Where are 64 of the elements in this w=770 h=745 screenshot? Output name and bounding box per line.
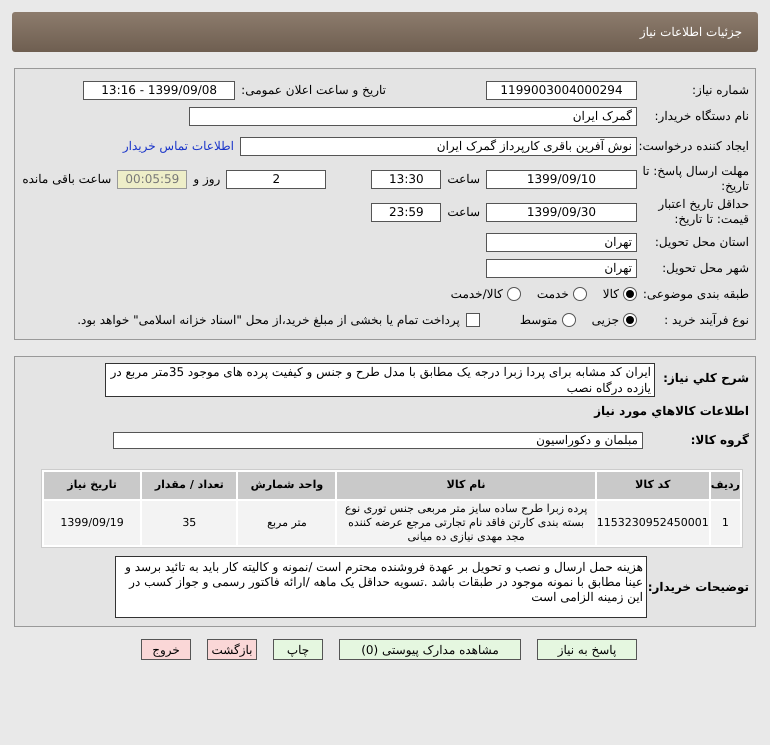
field-label: طبقه بندی موضوعی: (642, 286, 750, 302)
input-field: 1399/09/10 (486, 170, 637, 188)
input-field: 1399/09/08 - 13:16 (83, 80, 236, 100)
action-button[interactable]: بازگشت (207, 639, 257, 660)
table-cell: 1399/09/19 (44, 501, 140, 545)
radio-button[interactable] (506, 287, 521, 301)
radio-label: کالا/خدمت (450, 286, 503, 303)
field-label: مهلت ارسال پاسخ: تا تاریخ: (641, 164, 750, 194)
field-label: شرح کلي نیاز: (662, 370, 750, 387)
column-header: تاریخ نیاز (44, 472, 140, 499)
input-field: 1199003004000294 (486, 80, 637, 100)
table-cell: 1153230952450001 (596, 501, 709, 545)
input-field: نوش آفرین باقری کارپرداز گمرک ایران (240, 136, 637, 156)
column-header: تعداد / مقدار (142, 472, 236, 499)
field-label: استان محل تحویل: (654, 234, 750, 250)
field-label: ساعت باقی مانده (22, 171, 112, 188)
input-field: مبلمان و دکوراسیون (113, 432, 643, 448)
field-label: روز و (192, 171, 222, 188)
field-label: شهر محل تحویل: (661, 260, 750, 276)
input-field: 23:59 (371, 202, 442, 222)
radio-button[interactable] (572, 287, 587, 301)
checkbox-label: پرداخت تمام یا بخشی از مبلغ خرید،از محل "اسناد خزانه اسلامی" خواهد بود. (77, 312, 461, 329)
radio-button[interactable] (623, 287, 637, 301)
action-button[interactable]: مشاهده مدارک پیوستی (0) (339, 639, 521, 660)
input-field: 2 (226, 170, 326, 188)
input-field: 13:30 (371, 170, 442, 188)
field-label: گروه کالا: (690, 432, 750, 449)
action-button[interactable]: خروج (141, 639, 191, 660)
input-field: تهران (486, 232, 637, 252)
radio-label: متوسط (520, 312, 558, 329)
field-label: نام دستگاه خریدار: (654, 108, 750, 124)
field-label: ایجاد کننده درخواست: (637, 138, 750, 154)
input-field: گمرک ایران (189, 106, 637, 126)
field-label: شماره نیاز: (691, 82, 750, 98)
column-header: نام کالا (337, 472, 595, 499)
field-label: توضیحات خریدار: (647, 579, 750, 596)
table-cell: متر مربع (238, 501, 336, 545)
checkbox[interactable] (466, 313, 480, 327)
countdown-field: 00:05:59 (117, 170, 188, 188)
input-field: تهران (486, 258, 637, 278)
column-header: کد کالا (596, 472, 709, 499)
field-label: حداقل تاریخ اعتبار قیمت: تا تاریخ: (656, 197, 750, 227)
field-label: تاریخ و ساعت اعلان عمومی: (241, 82, 386, 99)
radio-label: جزیی (592, 312, 619, 329)
column-header: ردیف (710, 472, 740, 499)
page-title: جزئیات اطلاعات نیاز (640, 24, 742, 41)
action-button[interactable]: پاسخ به نیاز (537, 639, 637, 660)
column-header: واحد شمارش (238, 472, 336, 499)
table-cell: 35 (142, 501, 236, 545)
field-label: نوع فرآیند خرید : (663, 312, 750, 328)
field-label: ساعت (446, 204, 481, 221)
radio-button[interactable] (623, 313, 637, 327)
radio-label: خدمت (536, 286, 569, 303)
notes-field: هزینه حمل ارسال و نصب و تحویل بر عهدة فروشنده محترم است /نمونه و کالیته کار باید به تائید برسد و عینا مطابق با نمونه موجود در طبقات باشد .تسویه حداقل یک ماهه /ارائه فاکتور رسمی و جواز کسب در این زمینه الزامی است (115, 556, 647, 618)
contact-link[interactable]: اطلاعات تماس خریدار (122, 137, 234, 155)
description-field: ایران کد مشابه برای پردا زبرا درجه یک مطابق با مدل طرح و جنس و کیفیت پرده های موجود 35متر مربع در یازده درگاه نصب (105, 363, 655, 397)
section-title: اطلاعات کالاهاي مورد نیاز (594, 403, 750, 420)
table-cell: پرده زبرا طرح ساده سایز متر مربعی جنس توری نوع بسته بندی کارتن فاقد نام تجارتی مرجع عرضه کننده مجد مهدی نیازی ده میانی (337, 501, 595, 545)
action-button[interactable]: چاپ (273, 639, 323, 660)
table-cell: 1 (710, 501, 740, 545)
radio-button[interactable] (562, 313, 576, 327)
radio-label: کالا (602, 286, 619, 303)
field-label: ساعت (446, 171, 481, 188)
input-field: 1399/09/30 (486, 202, 637, 222)
